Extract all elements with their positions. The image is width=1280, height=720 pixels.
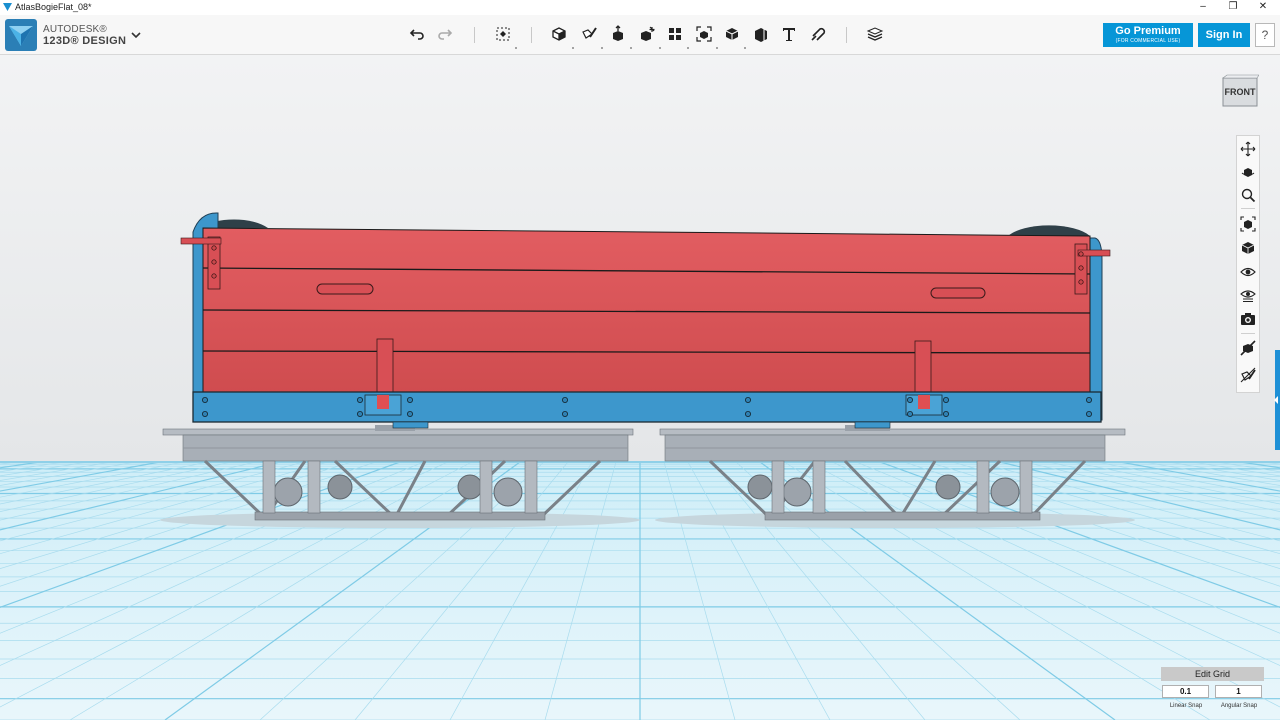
toolbar-separator: [846, 27, 847, 43]
rivet: [356, 396, 363, 403]
brand-autodesk: AUTODESK®: [43, 24, 107, 35]
rivet: [356, 410, 363, 417]
window-title: AtlasBogieFlat_08*: [15, 2, 92, 12]
panel-arrow-icon: [1274, 396, 1278, 404]
measure-icon[interactable]: [749, 22, 773, 46]
navigation-bar: [1236, 135, 1260, 393]
dropdown-dot: [572, 47, 574, 49]
undo-icon[interactable]: [405, 22, 429, 46]
go-premium-label: Go Premium: [1115, 25, 1181, 37]
snap-icon[interactable]: [806, 22, 830, 46]
dropdown-dot: [687, 47, 689, 49]
rivet: [745, 410, 752, 417]
orbit-icon[interactable]: [1240, 164, 1256, 180]
nav-separator: [1241, 208, 1255, 209]
viewcube-face-label: FRONT: [1225, 87, 1256, 97]
rivet: [1086, 396, 1093, 403]
toolbar-separator: [474, 27, 475, 43]
pattern-icon[interactable]: [663, 22, 687, 46]
viewcube[interactable]: FRONT: [1221, 74, 1259, 108]
angular-snap-label: Angular Snap: [1220, 703, 1258, 709]
dropdown-dot: [601, 47, 603, 49]
rivet: [1078, 251, 1084, 257]
view-icon[interactable]: [1240, 240, 1256, 256]
rivet: [562, 396, 569, 403]
rivet: [211, 259, 217, 265]
rivet: [211, 273, 217, 279]
materials-icon[interactable]: [863, 22, 887, 46]
rivet: [1078, 279, 1084, 285]
rivet: [943, 396, 950, 403]
angular-snap-field[interactable]: 1: [1215, 685, 1262, 698]
rivet: [406, 410, 413, 417]
window-title-bar: AtlasBogieFlat_08* – ❐ ✕: [0, 0, 1280, 15]
hide-sketch-icon[interactable]: [1240, 367, 1256, 383]
construct-icon[interactable]: [606, 22, 630, 46]
fit-icon[interactable]: [1240, 216, 1256, 232]
linear-snap-label: Linear Snap: [1169, 703, 1203, 709]
pan-icon[interactable]: [1240, 141, 1256, 157]
toolbar-separator: [531, 27, 532, 43]
close-icon[interactable]: ✕: [1248, 0, 1278, 15]
rivet: [943, 410, 950, 417]
camera-icon[interactable]: [1240, 311, 1256, 327]
go-premium-sublabel: (FOR COMMERCIAL USE): [1115, 38, 1181, 44]
combine-icon[interactable]: [720, 22, 744, 46]
go-premium-button[interactable]: Go Premium (FOR COMMERCIAL USE): [1103, 23, 1193, 47]
rivet: [1086, 410, 1093, 417]
rivet: [907, 410, 914, 417]
rivet: [745, 396, 752, 403]
rivet: [1078, 265, 1084, 271]
sign-in-button[interactable]: Sign In: [1198, 23, 1250, 47]
rivet: [201, 410, 208, 417]
minimize-icon[interactable]: –: [1188, 0, 1218, 15]
app-logo-icon: [3, 3, 12, 11]
visibility-icon[interactable]: [1240, 264, 1256, 280]
rivet: [406, 396, 413, 403]
edit-grid-button[interactable]: Edit Grid: [1161, 667, 1264, 681]
dropdown-dot: [716, 47, 718, 49]
wagon-body[interactable]: [180, 212, 1111, 429]
redo-icon[interactable]: [433, 22, 457, 46]
rivet: [907, 396, 914, 403]
outline-icon[interactable]: [1240, 340, 1256, 356]
linear-snap-field[interactable]: 0.1: [1162, 685, 1209, 698]
text-icon[interactable]: [777, 22, 801, 46]
dropdown-dot: [659, 47, 661, 49]
sketch-icon[interactable]: [577, 22, 601, 46]
maximize-icon[interactable]: ❐: [1218, 0, 1248, 15]
zoom-icon[interactable]: [1240, 187, 1256, 203]
chevron-down-icon[interactable]: [130, 29, 142, 41]
dropdown-dot: [515, 47, 517, 49]
grouping-icon[interactable]: [692, 22, 716, 46]
rivet: [211, 245, 217, 251]
primitives-icon[interactable]: [547, 22, 571, 46]
main-toolbar: AUTODESK® 123D® DESIGN Go Premium (FOR C…: [0, 15, 1280, 55]
modify-icon[interactable]: [635, 22, 659, 46]
brand-product: 123D® DESIGN: [43, 35, 127, 47]
dropdown-dot: [744, 47, 746, 49]
nav-separator: [1241, 333, 1255, 334]
material-view-icon[interactable]: [1240, 287, 1256, 303]
3d-viewport[interactable]: [0, 55, 1280, 720]
rivet: [201, 396, 208, 403]
help-button[interactable]: ?: [1255, 23, 1275, 47]
dropdown-dot: [630, 47, 632, 49]
app-logo[interactable]: [5, 19, 37, 51]
transform-icon[interactable]: [491, 22, 515, 46]
rivet: [562, 410, 569, 417]
